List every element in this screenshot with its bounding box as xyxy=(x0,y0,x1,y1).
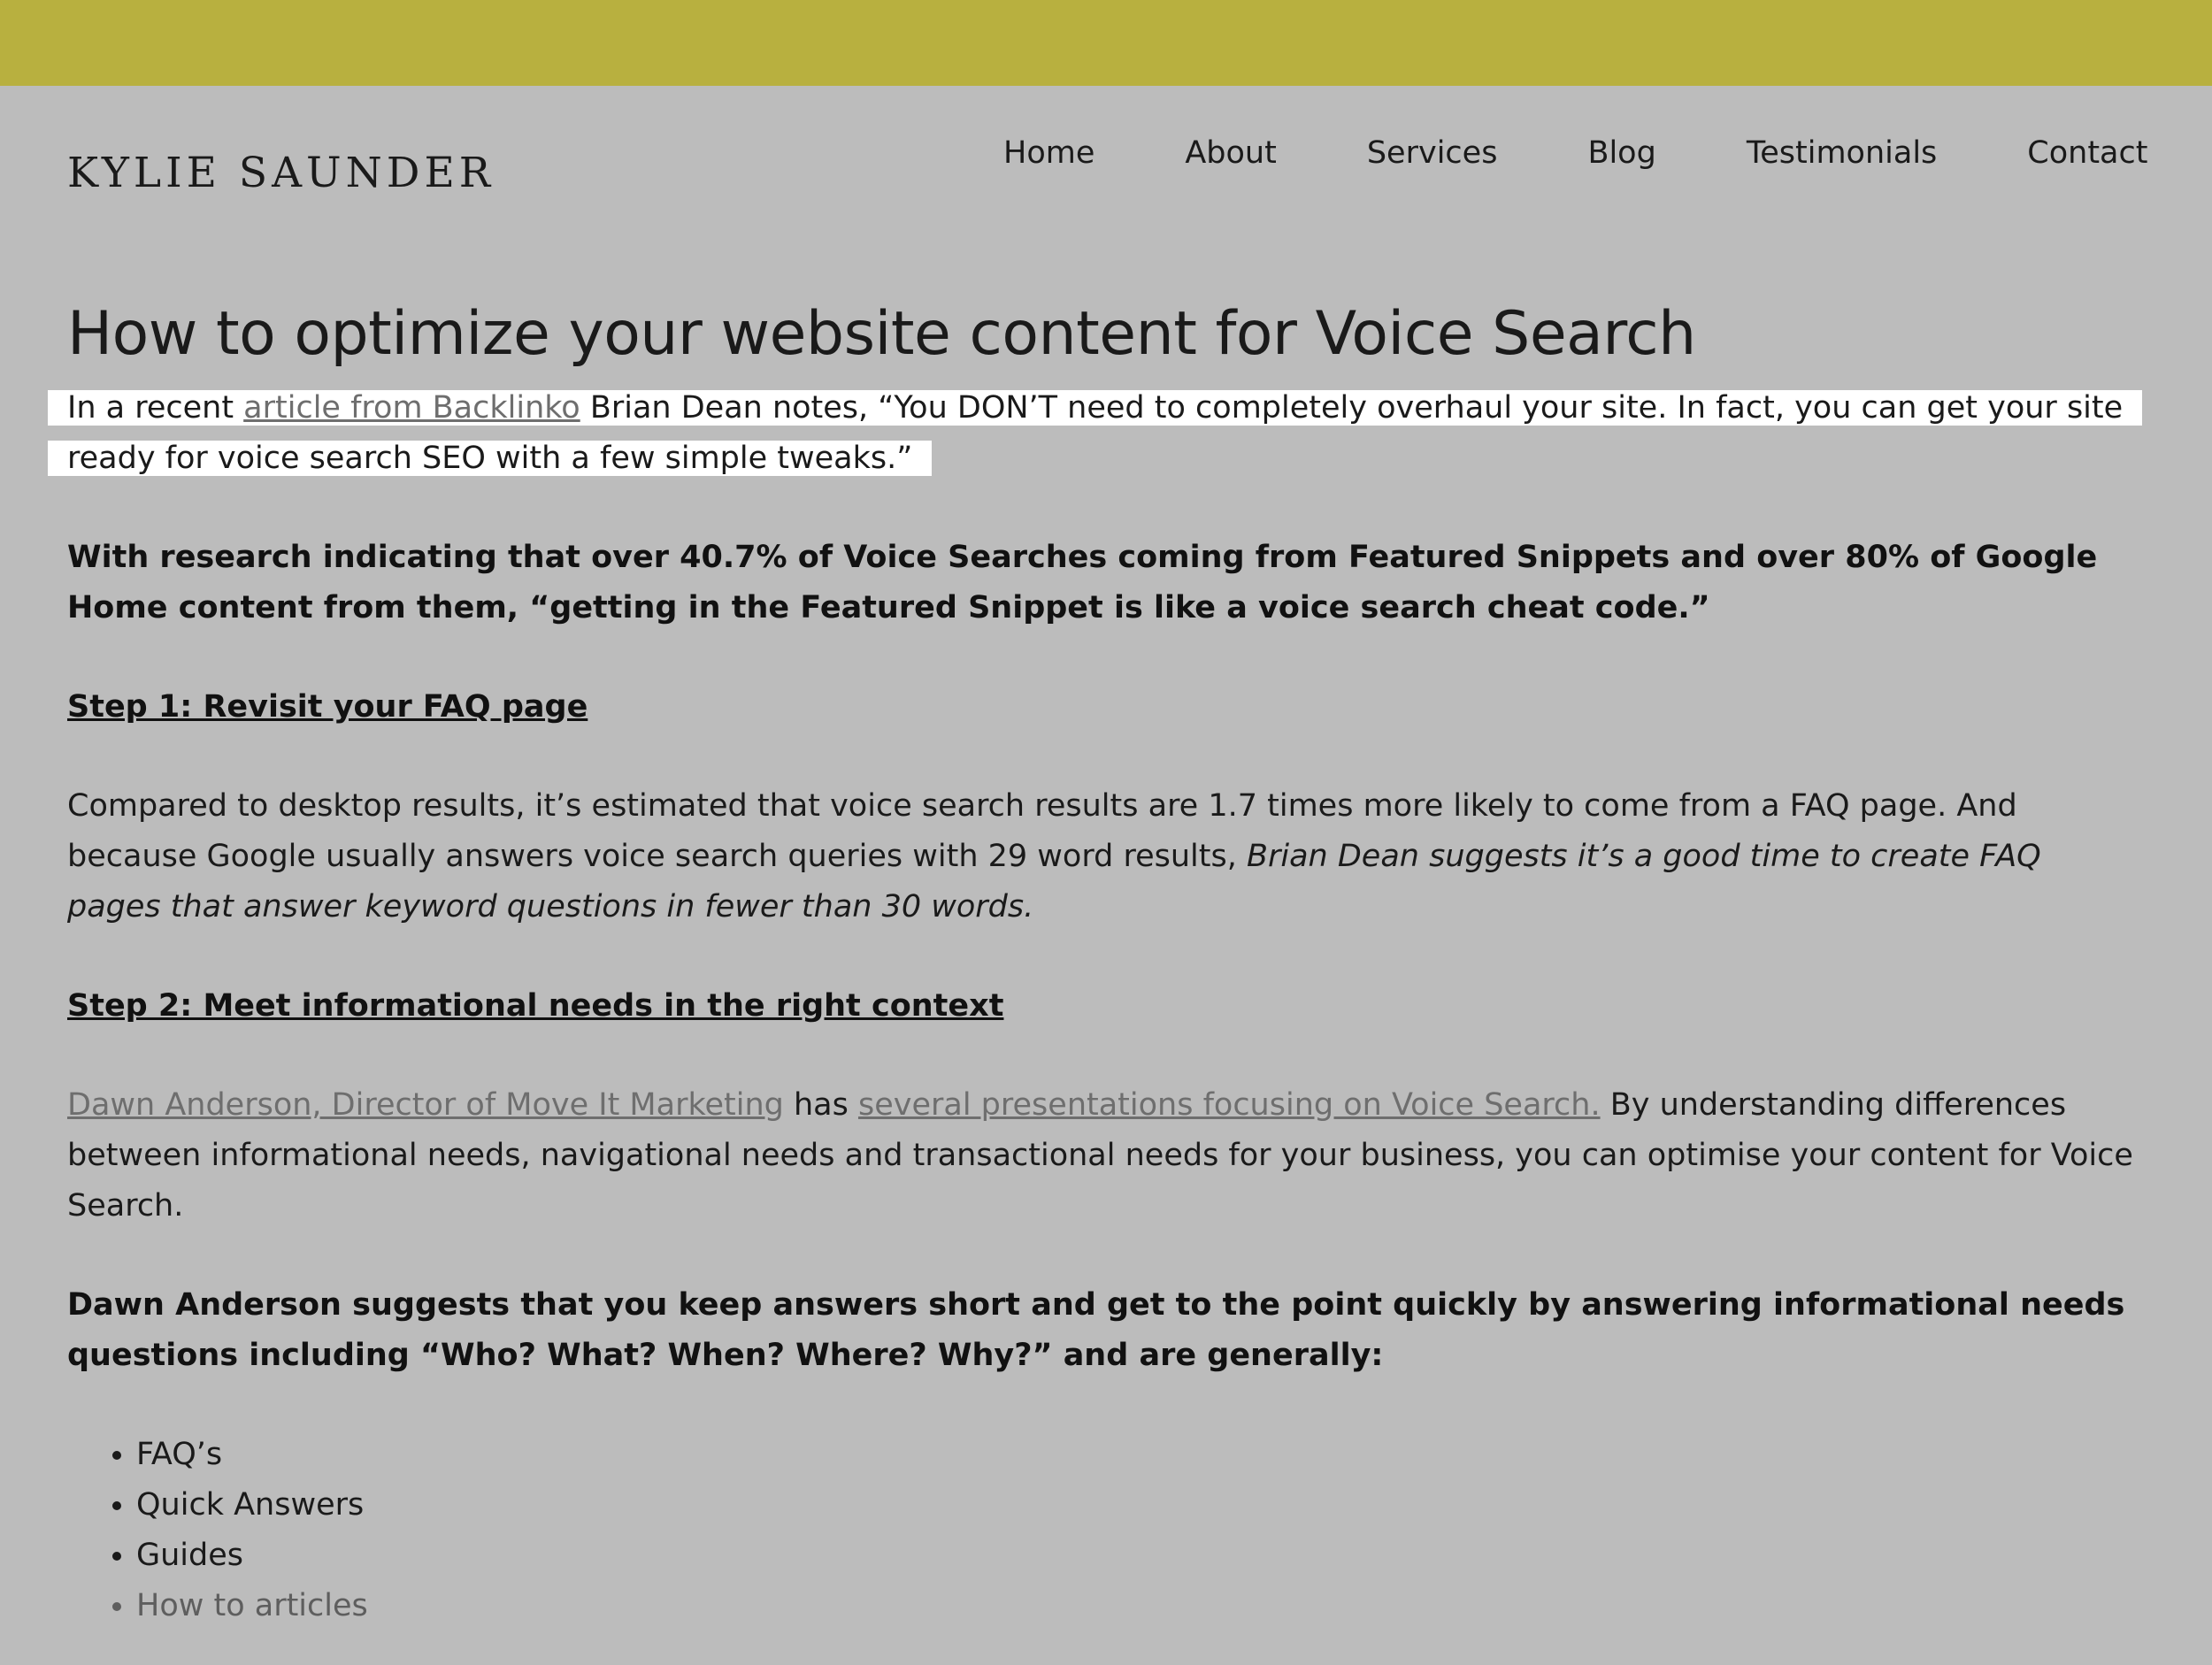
nav-contact[interactable]: Contact xyxy=(2027,133,2147,173)
backlinko-article-link[interactable]: article from Backlinko xyxy=(243,390,580,426)
nav-testimonials[interactable]: Testimonials xyxy=(1747,133,1937,173)
post-content: How to optimize your website content for… xyxy=(48,292,2143,1631)
nav-home[interactable]: Home xyxy=(1003,133,1094,173)
content-types-list: FAQ’s Quick Answers Guides How to articl… xyxy=(67,1430,2138,1631)
post-title: How to optimize your website content for… xyxy=(67,299,1696,369)
step2-mid-text: has xyxy=(783,1087,858,1123)
nav-about[interactable]: About xyxy=(1185,133,1276,173)
top-accent-bar xyxy=(0,0,2212,86)
list-item: Quick Answers xyxy=(136,1480,2138,1531)
suggestion-paragraph: Dawn Anderson suggests that you keep ans… xyxy=(67,1287,2125,1373)
intro-paragraph: In a recent article from Backlinko Brian… xyxy=(48,383,2143,484)
step1-heading: Step 1: Revisit your FAQ page xyxy=(67,689,588,725)
step2-paragraph: Dawn Anderson, Director of Move It Marke… xyxy=(67,1080,2138,1231)
step1-paragraph: Compared to desktop results, it’s estima… xyxy=(67,781,2138,932)
site-title[interactable]: KYLIE SAUNDER xyxy=(67,147,495,200)
main-nav: Home About Services Blog Testimonials Co… xyxy=(1003,133,2147,173)
list-item: How to articles xyxy=(136,1581,2138,1631)
intro-lead-text: In a recent xyxy=(67,390,244,426)
nav-services[interactable]: Services xyxy=(1367,133,1498,173)
nav-blog[interactable]: Blog xyxy=(1587,133,1655,173)
dawn-anderson-link[interactable]: Dawn Anderson, Director of Move It Marke… xyxy=(67,1087,784,1123)
research-paragraph: With research indicating that over 40.7%… xyxy=(67,540,2098,625)
list-item: Guides xyxy=(136,1531,2138,1581)
intro-highlight: In a recent article from Backlinko Brian… xyxy=(48,390,2143,476)
voice-search-presentations-link[interactable]: several presentations focusing on Voice … xyxy=(858,1087,1601,1123)
list-item: FAQ’s xyxy=(136,1430,2138,1480)
step2-heading: Step 2: Meet informational needs in the … xyxy=(67,988,1004,1024)
